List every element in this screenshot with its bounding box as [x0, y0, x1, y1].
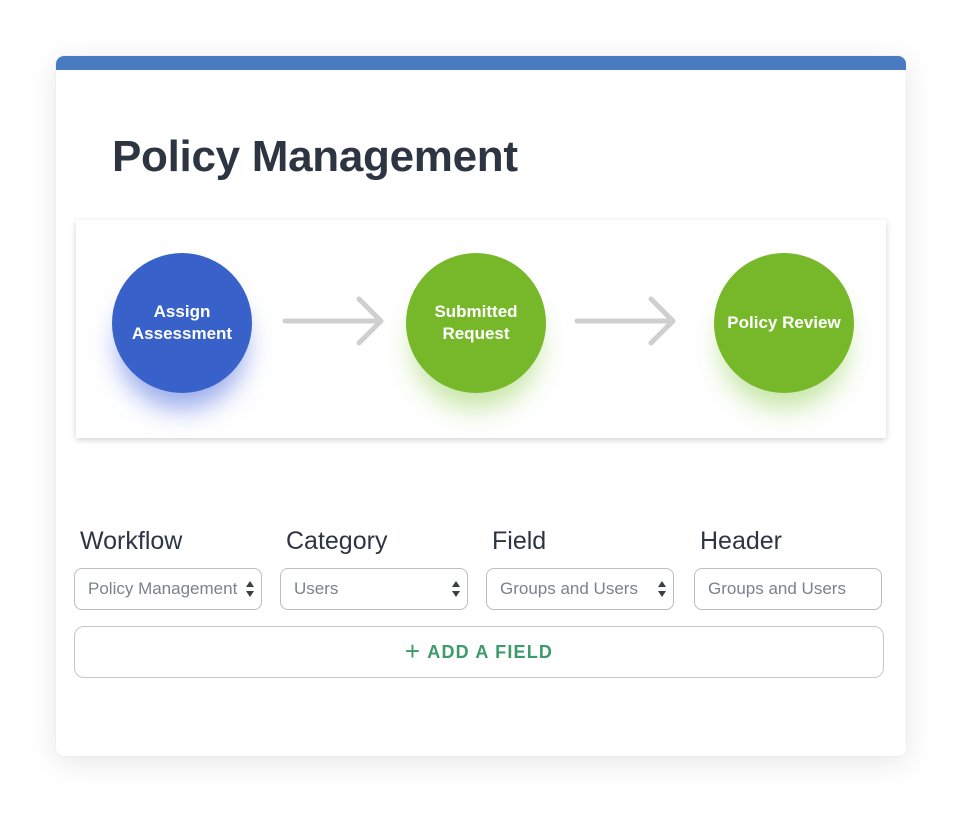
step-label: Submitted Request	[434, 302, 518, 343]
plus-icon: +	[404, 636, 422, 666]
workflow-select[interactable]: Policy Management	[74, 568, 262, 610]
field-select-value: Groups and Users	[500, 579, 638, 598]
sort-arrows-icon	[245, 579, 255, 599]
header-field: Header Groups and Users	[694, 524, 884, 610]
add-field-button[interactable]: + ADD A FIELD	[74, 626, 884, 678]
field-field: Field Groups and Users	[486, 524, 676, 610]
category-label: Category	[286, 527, 388, 555]
field-config-row: Workflow Policy Management Category User…	[74, 524, 886, 614]
step-label: Policy Review	[727, 313, 841, 332]
sort-arrows-icon	[657, 579, 667, 599]
step-submitted-request[interactable]: Submitted Request	[406, 253, 546, 393]
workflow-select-value: Policy Management	[88, 579, 238, 598]
add-field-label: ADD A FIELD	[427, 641, 554, 662]
field-select[interactable]: Groups and Users	[486, 568, 674, 610]
step-assign-assessment[interactable]: Assign Assessment	[112, 253, 252, 393]
header-label: Header	[700, 527, 782, 555]
card-top-bar	[56, 56, 906, 70]
policy-management-card: Policy Management Assign Assessment Subm…	[56, 56, 906, 756]
workflow-field: Workflow Policy Management	[74, 524, 264, 610]
header-input-value: Groups and Users	[708, 579, 846, 598]
step-label: Assign Assessment	[131, 302, 233, 343]
right-arrow-icon	[282, 296, 384, 346]
page-title: Policy Management	[112, 132, 518, 181]
category-field: Category Users	[280, 524, 470, 610]
sort-arrows-icon	[451, 579, 461, 599]
right-arrow-icon	[574, 296, 676, 346]
category-select[interactable]: Users	[280, 568, 468, 610]
field-label: Field	[492, 527, 547, 555]
step-policy-review[interactable]: Policy Review	[714, 253, 854, 393]
workflow-diagram: Assign Assessment Submitted Request Poli…	[76, 220, 886, 438]
category-select-value: Users	[294, 579, 339, 598]
header-input[interactable]: Groups and Users	[694, 568, 882, 610]
workflow-label: Workflow	[80, 527, 183, 555]
